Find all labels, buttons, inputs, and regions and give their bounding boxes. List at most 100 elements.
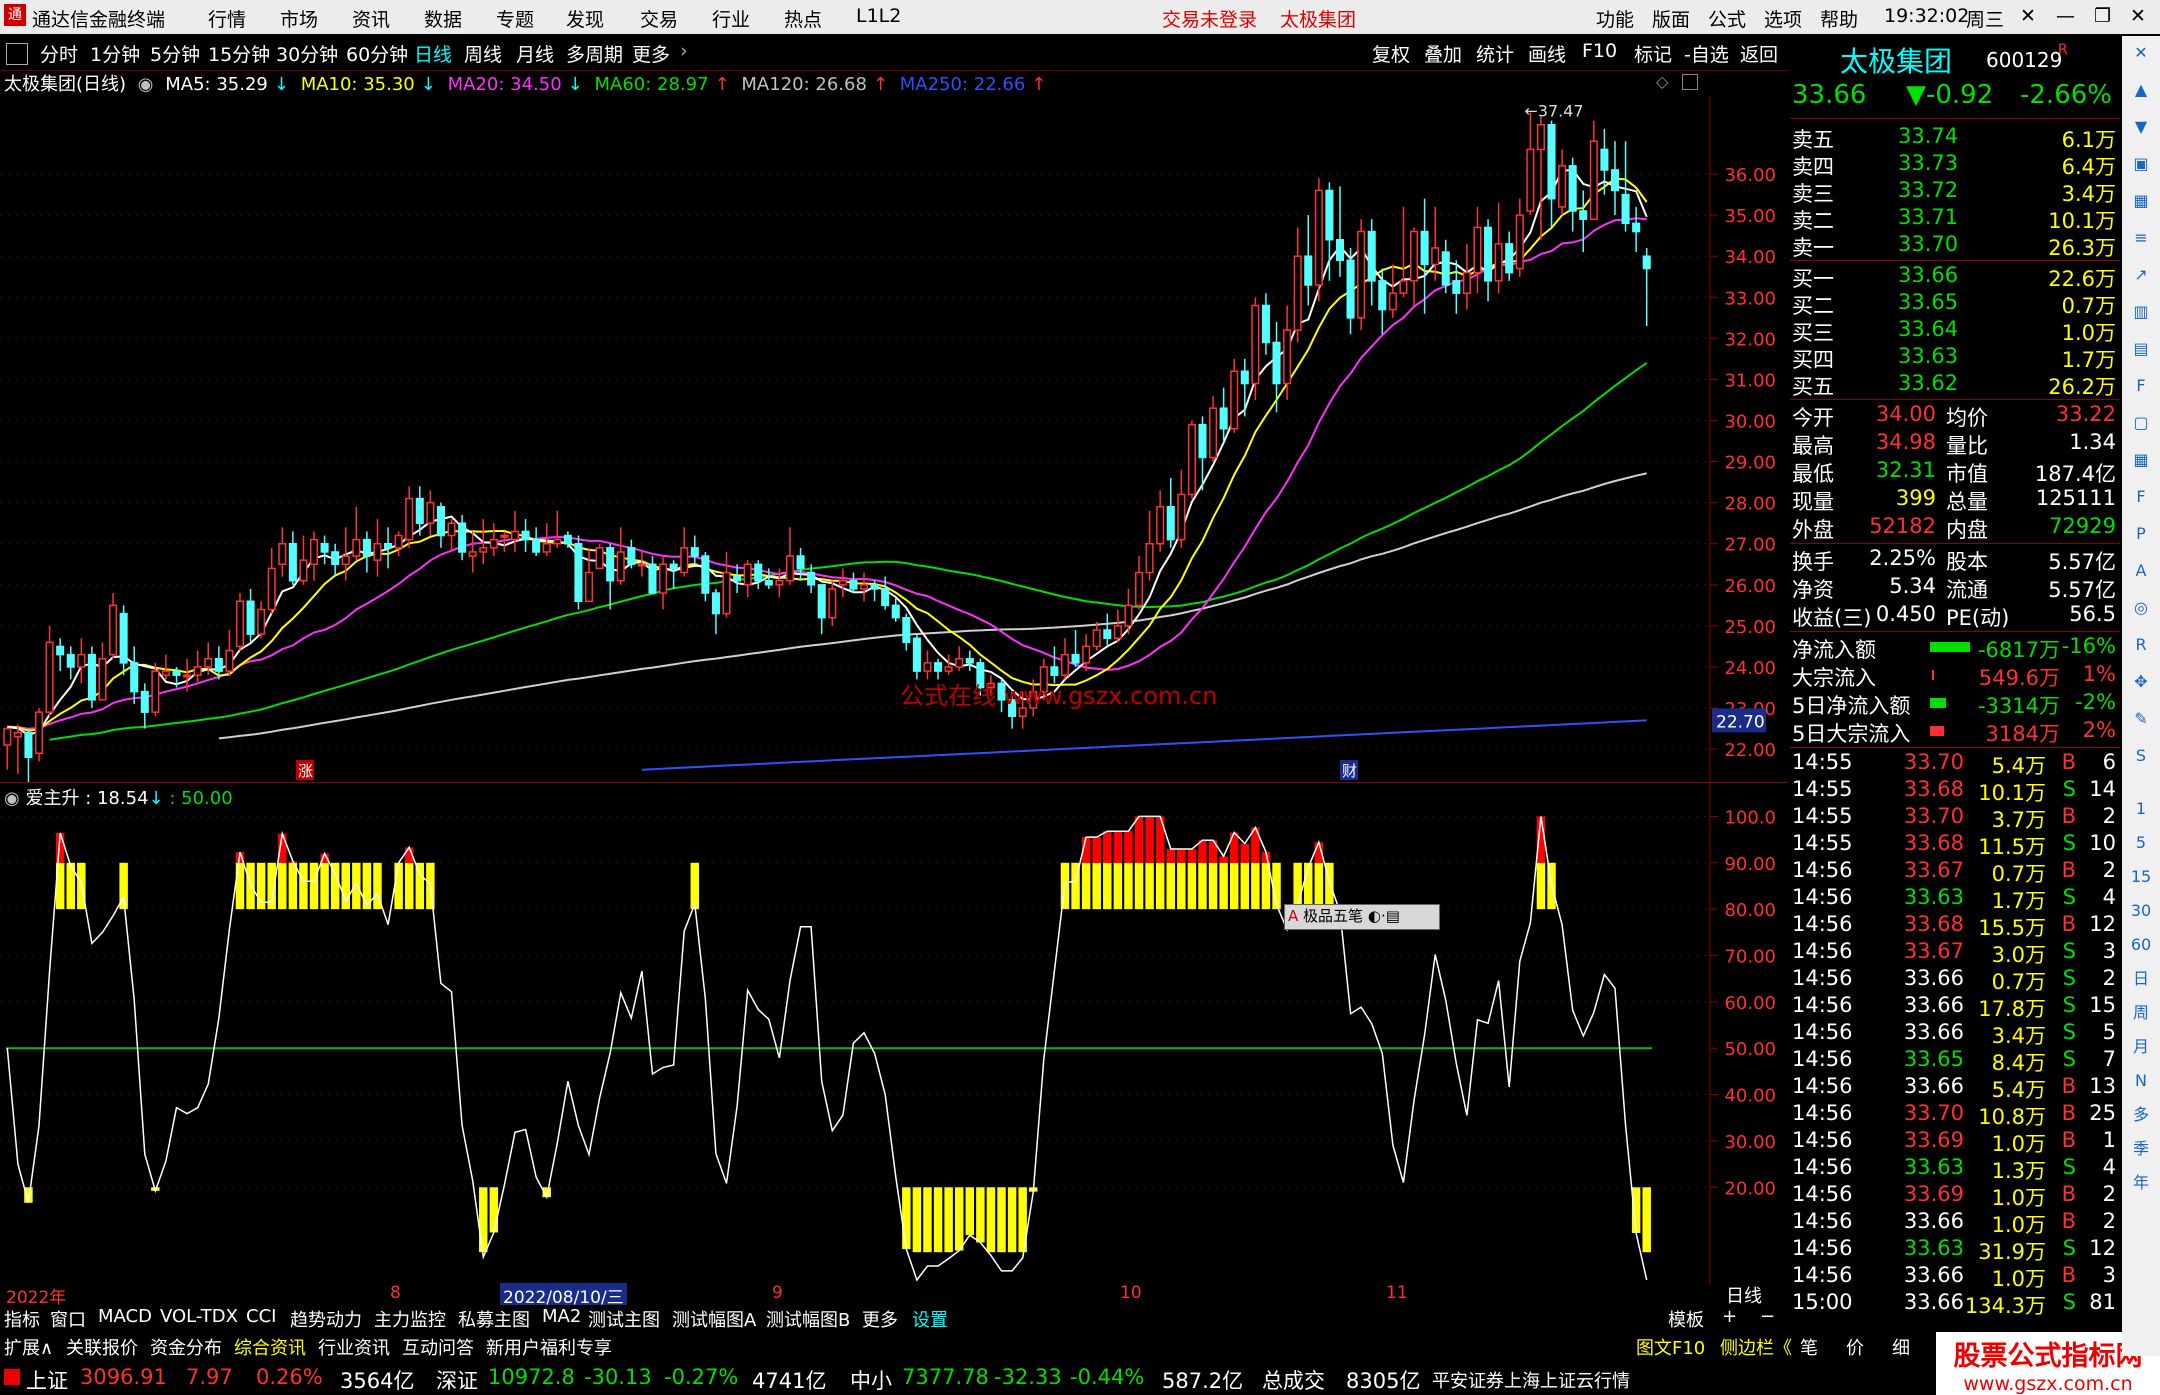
tool-f10[interactable]: F10 xyxy=(1582,40,1617,62)
close-icon[interactable]: ✕ xyxy=(2130,5,2146,27)
menu-hangye[interactable]: 行业 xyxy=(712,5,750,32)
period-15min[interactable]: 15分钟 xyxy=(208,40,270,67)
ad-icon[interactable]: ◎ xyxy=(2130,597,2152,619)
side-period-4[interactable]: 60 xyxy=(2130,934,2152,956)
fs-icon[interactable]: S xyxy=(2130,745,2152,767)
side-period-3[interactable]: 30 xyxy=(2130,900,2152,922)
chart-icon[interactable]: ▦ xyxy=(2130,190,2152,212)
period-more[interactable]: 更多 xyxy=(632,40,670,67)
keyboard-icon[interactable]: ▤ xyxy=(1386,907,1400,925)
menu-banmian[interactable]: 版面 xyxy=(1652,5,1690,32)
tab-ma2[interactable]: MA2 xyxy=(542,1306,581,1327)
menu-shichang[interactable]: 市场 xyxy=(280,5,318,32)
grid-icon[interactable]: ▦ xyxy=(2130,449,2152,471)
tool-fanhui[interactable]: 返回 xyxy=(1740,40,1778,67)
menu-redian[interactable]: 热点 xyxy=(784,5,822,32)
ime-label[interactable]: 极品五笔 xyxy=(1303,907,1363,925)
tab-zhuli[interactable]: 主力监控 xyxy=(374,1306,446,1332)
zoom-out-button[interactable]: − xyxy=(1760,1306,1775,1327)
side-period-8[interactable]: N xyxy=(2130,1070,2152,1092)
ext-zonghe[interactable]: 综合资讯 xyxy=(234,1334,306,1360)
ext-hudong[interactable]: 互动问答 xyxy=(402,1334,474,1360)
login-status[interactable]: 交易未登录 xyxy=(1162,5,1257,32)
side-period-0[interactable]: 1 xyxy=(2130,798,2152,820)
trend-icon[interactable]: ↗ xyxy=(2130,264,2152,286)
period-5min[interactable]: 5分钟 xyxy=(150,40,200,67)
tool-zixuan[interactable]: -自选 xyxy=(1684,40,1729,67)
up-icon[interactable]: ▲ xyxy=(2130,79,2152,101)
ext-toggle[interactable]: 扩展∧ xyxy=(4,1334,53,1360)
table-icon[interactable]: ▤ xyxy=(2130,338,2152,360)
ext-fuli[interactable]: 新用户福利专享 xyxy=(486,1334,612,1360)
tool-biaoji[interactable]: 标记 xyxy=(1634,40,1672,67)
tab-gengduo[interactable]: 更多 xyxy=(862,1306,898,1332)
menu-faxian[interactable]: 发现 xyxy=(566,5,604,32)
news-icon[interactable]: ▣ xyxy=(2130,153,2152,175)
kline-chart[interactable]: 36.00 35.00 34.00 33.00 32.00 31.00 30.00 29.00… xyxy=(0,96,1788,782)
template-button[interactable]: 模板 xyxy=(1668,1306,1704,1332)
menu-shuju[interactable]: 数据 xyxy=(424,5,462,32)
f10-link[interactable]: 图文F10 xyxy=(1636,1334,1705,1360)
tool-huaxian[interactable]: 画线 xyxy=(1528,40,1566,67)
period-1min[interactable]: 1分钟 xyxy=(90,40,140,67)
pen-icon[interactable]: ✎ xyxy=(2130,708,2152,730)
toggle-icon[interactable] xyxy=(6,43,28,65)
expand-icon[interactable] xyxy=(1682,74,1698,90)
move-icon[interactable]: ✥ xyxy=(2130,671,2152,693)
fa-icon[interactable]: F xyxy=(2130,486,2152,508)
moon-icon[interactable]: ◐ xyxy=(1368,907,1381,925)
rsi-icon[interactable]: R xyxy=(2130,634,2152,656)
menu-bangzhu[interactable]: 帮助 xyxy=(1820,5,1858,32)
cloud-status[interactable]: 平安证券上海上证云行情 xyxy=(1432,1367,1630,1393)
period-daily[interactable]: 日线 xyxy=(414,40,452,67)
tab-zhibiao[interactable]: 指标 xyxy=(4,1306,40,1332)
ext-guanlian[interactable]: 关联报价 xyxy=(66,1334,138,1360)
list-icon[interactable]: ≡ xyxy=(2130,227,2152,249)
sidebar-toggle[interactable]: 侧边栏《 xyxy=(1720,1334,1792,1360)
side-period-11[interactable]: 年 xyxy=(2130,1172,2152,1194)
menu-l1l2[interactable]: L1L2 xyxy=(856,5,901,27)
f10-icon[interactable]: F xyxy=(2130,375,2152,397)
menu-gongshi[interactable]: 公式 xyxy=(1708,5,1746,32)
tab-ceshia[interactable]: 测试幅图A xyxy=(672,1306,756,1332)
tab-qushi[interactable]: 趋势动力 xyxy=(290,1306,362,1332)
restore-icon[interactable]: ❐ xyxy=(2094,5,2111,27)
ext-zijin[interactable]: 资金分布 xyxy=(150,1334,222,1360)
ext-hangye[interactable]: 行业资讯 xyxy=(318,1334,390,1360)
ime-toolbar[interactable]: A 极品五笔 ◐·▤ xyxy=(1284,904,1440,930)
menu-hangqing[interactable]: 行情 xyxy=(208,5,246,32)
side-period-9[interactable]: 多 xyxy=(2130,1104,2152,1126)
period-30min[interactable]: 30分钟 xyxy=(276,40,338,67)
menu-jiaoyi[interactable]: 交易 xyxy=(640,5,678,32)
menu-zixun[interactable]: 资讯 xyxy=(352,5,390,32)
side-period-6[interactable]: 周 xyxy=(2130,1002,2152,1024)
tab-ceshib[interactable]: 测试幅图B xyxy=(766,1306,850,1332)
period-weekly[interactable]: 周线 xyxy=(464,40,502,67)
side-period-7[interactable]: 月 xyxy=(2130,1036,2152,1058)
tool-fuquan[interactable]: 复权 xyxy=(1372,40,1410,67)
close-small-icon[interactable]: ✕ xyxy=(2020,5,2036,27)
side-period-1[interactable]: 5 xyxy=(2130,832,2152,854)
menu-zhuanti[interactable]: 专题 xyxy=(496,5,534,32)
diamond-icon[interactable]: ◇ xyxy=(1656,72,1668,91)
bar-icon[interactable]: ▥ xyxy=(2130,301,2152,323)
zoom-in-button[interactable]: + xyxy=(1722,1306,1737,1327)
down-icon[interactable]: ▼ xyxy=(2130,116,2152,138)
settings-dot-icon[interactable]: ◉ xyxy=(138,74,154,95)
tab-cci[interactable]: CCI xyxy=(246,1306,276,1327)
side-period-5[interactable]: 日 xyxy=(2130,968,2152,990)
period-multi[interactable]: 多周期 xyxy=(566,40,623,67)
minimize-icon[interactable]: — xyxy=(2056,5,2075,27)
pa-icon[interactable]: P xyxy=(2130,523,2152,545)
chevron-right-icon[interactable]: › xyxy=(680,40,688,62)
menu-gongneng[interactable]: 功能 xyxy=(1596,5,1634,32)
a-icon[interactable]: A xyxy=(2130,560,2152,582)
tool-diejia[interactable]: 叠加 xyxy=(1424,40,1462,67)
ime-a-icon[interactable]: A xyxy=(1288,907,1298,925)
tab-simu[interactable]: 私募主图 xyxy=(458,1306,530,1332)
indicator-chart[interactable]: 100.0 90.00 80.00 70.00 60.00 50.00 40.00 30.00… xyxy=(0,784,1788,1284)
tab-chuangkou[interactable]: 窗口 xyxy=(50,1306,86,1332)
period-60min[interactable]: 60分钟 xyxy=(346,40,408,67)
side-period-10[interactable]: 季 xyxy=(2130,1138,2152,1160)
side-period-2[interactable]: 15 xyxy=(2130,866,2152,888)
